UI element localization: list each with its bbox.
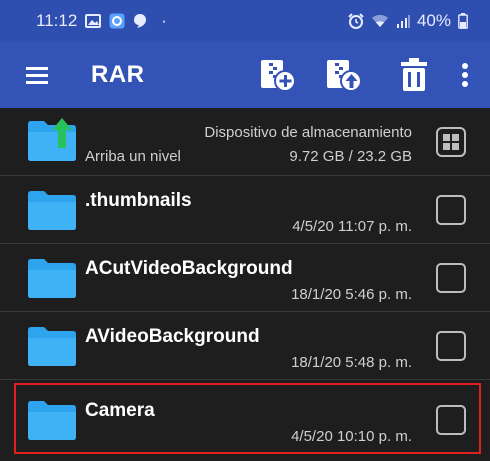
file-name: ACutVideoBackground: [85, 258, 293, 279]
file-row-acutvideobackground[interactable]: ACutVideoBackground 18/1/20 5:46 p. m.: [0, 244, 490, 312]
file-date: 4/5/20 11:07 p. m.: [292, 218, 412, 235]
more-options-icon[interactable]: [450, 56, 480, 94]
select-checkbox[interactable]: [436, 263, 466, 293]
select-checkbox[interactable]: [436, 195, 466, 225]
wifi-icon: [371, 14, 389, 28]
archive-extract-icon[interactable]: [324, 56, 364, 94]
chat-icon: [133, 13, 147, 29]
app-bar: RAR: [0, 42, 490, 108]
folder-icon: [28, 326, 76, 366]
delete-icon[interactable]: [394, 56, 434, 94]
file-date: 18/1/20 5:48 p. m.: [291, 354, 412, 371]
grid-view-icon[interactable]: [436, 127, 466, 157]
status-dot: ·: [161, 11, 167, 30]
alarm-icon: [348, 13, 364, 29]
up-level-row[interactable]: Arriba un nivel Dispositivo de almacenam…: [0, 108, 490, 176]
select-checkbox[interactable]: [436, 331, 466, 361]
signal-icon: [396, 14, 410, 28]
file-date: 18/1/20 5:46 p. m.: [291, 286, 412, 303]
file-name: Camera: [85, 400, 155, 421]
file-date: 4/5/20 10:10 p. m.: [291, 428, 412, 445]
status-bar: 11:12 · 40%: [0, 0, 490, 42]
file-name: AVideoBackground: [85, 326, 260, 347]
storage-title: Dispositivo de almacenamiento: [204, 124, 412, 141]
file-row-avideobackground[interactable]: AVideoBackground 18/1/20 5:48 p. m.: [0, 312, 490, 380]
folder-icon: [28, 400, 76, 440]
select-checkbox[interactable]: [436, 405, 466, 435]
folder-icon: [28, 258, 76, 298]
menu-icon[interactable]: [24, 62, 50, 88]
gallery-icon: [85, 14, 102, 28]
folder-icon: [28, 190, 76, 230]
battery-icon: [458, 13, 468, 29]
file-row-camera[interactable]: Camera 4/5/20 10:10 p. m.: [0, 384, 490, 452]
folder-up-icon: [28, 118, 76, 161]
app-notification-icon: [109, 13, 125, 29]
status-time: 11:12: [36, 11, 78, 30]
up-level-label: Arriba un nivel: [85, 148, 181, 165]
archive-add-icon[interactable]: [258, 56, 298, 94]
battery-percent: 40%: [416, 11, 451, 30]
storage-usage: 9.72 GB / 23.2 GB: [289, 148, 412, 165]
file-name: .thumbnails: [85, 190, 192, 211]
file-row-thumbnails[interactable]: .thumbnails 4/5/20 11:07 p. m.: [0, 176, 490, 244]
app-title: RAR: [91, 61, 145, 88]
